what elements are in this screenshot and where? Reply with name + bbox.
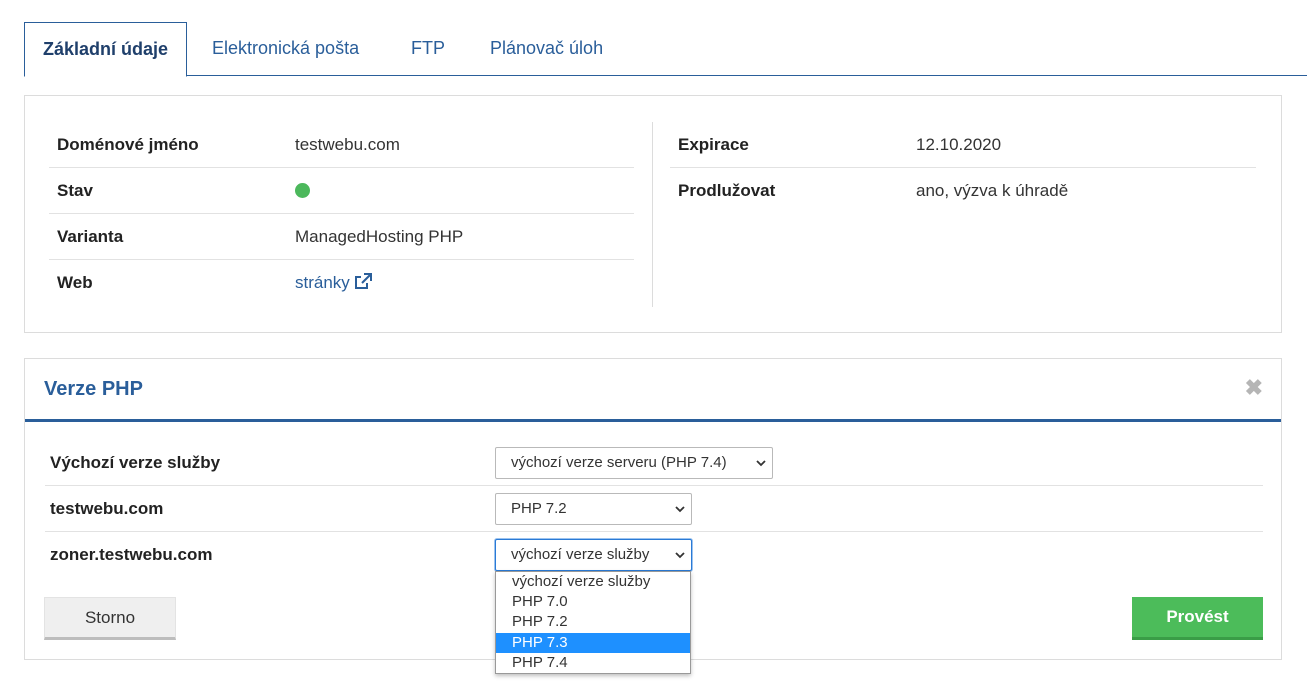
info-value: ano, výzva k úhradě xyxy=(916,181,1069,200)
info-value: testwebu.com xyxy=(295,135,400,154)
subdomain-version-select[interactable]: výchozí verze služby xyxy=(495,539,692,571)
select-value: výchozí verze serveru (PHP 7.4) xyxy=(511,454,727,471)
web-link[interactable]: stránky xyxy=(295,273,350,292)
chevron-down-icon xyxy=(675,552,685,559)
php-row-label: Výchozí verze služby xyxy=(50,453,221,472)
tab-ftp[interactable]: FTP xyxy=(411,22,445,76)
dropdown-option[interactable]: PHP 7.0 xyxy=(496,592,690,612)
info-row-domain: Doménové jméno testwebu.com xyxy=(49,122,634,168)
dropdown-option-highlighted[interactable]: PHP 7.3 xyxy=(496,632,690,653)
external-link-icon[interactable] xyxy=(354,273,372,290)
info-row-renewal: Prodlužovat ano, výzva k úhradě xyxy=(670,168,1256,214)
default-version-select[interactable]: výchozí verze serveru (PHP 7.4) xyxy=(495,447,773,479)
info-label: Varianta xyxy=(57,227,124,246)
submit-button[interactable]: Provést xyxy=(1132,597,1263,640)
info-value: stránky xyxy=(295,260,372,306)
info-label: Prodlužovat xyxy=(678,181,776,200)
tab-bar: Základní údaje Elektronická pošta FTP Pl… xyxy=(24,22,1307,77)
tab-basic-info[interactable]: Základní údaje xyxy=(24,22,188,77)
php-row-domain: testwebu.com PHP 7.2 xyxy=(45,486,1263,532)
info-label: Stav xyxy=(57,181,93,200)
info-row-web: Web stránky xyxy=(49,260,634,306)
php-row-label: testwebu.com xyxy=(50,499,164,518)
info-value xyxy=(295,168,310,214)
info-value: ManagedHosting PHP xyxy=(295,227,464,246)
cancel-button[interactable]: Storno xyxy=(44,597,176,640)
version-dropdown-list: výchozí verze služby PHP 7.0 PHP 7.2 PHP… xyxy=(495,571,691,674)
info-value: 12.10.2020 xyxy=(916,135,1002,154)
tab-email[interactable]: Elektronická pošta xyxy=(212,22,359,76)
info-label: Expirace xyxy=(678,135,749,154)
close-icon[interactable]: ✖ xyxy=(1245,376,1263,400)
info-row-variant: Varianta ManagedHosting PHP xyxy=(49,214,634,260)
tab-scheduler[interactable]: Plánovač úloh xyxy=(490,22,603,76)
dropdown-option[interactable]: PHP 7.2 xyxy=(496,612,690,632)
php-card-header: Verze PHP ✖ xyxy=(25,359,1281,422)
php-row-label: zoner.testwebu.com xyxy=(50,545,213,564)
chevron-down-icon xyxy=(675,506,685,513)
info-label: Web xyxy=(57,273,93,292)
column-divider xyxy=(652,122,653,307)
domain-info-card: Doménové jméno testwebu.com Stav Variant… xyxy=(24,95,1282,333)
php-row-default: Výchozí verze služby výchozí verze serve… xyxy=(45,440,1263,486)
php-card-title: Verze PHP xyxy=(44,378,143,400)
chevron-down-icon xyxy=(756,460,766,467)
info-row-expiration: Expirace 12.10.2020 xyxy=(670,122,1256,168)
select-value: PHP 7.2 xyxy=(511,500,567,517)
status-dot-icon xyxy=(295,182,310,198)
info-row-status: Stav xyxy=(49,168,634,214)
info-label: Doménové jméno xyxy=(57,135,199,154)
domain-version-select[interactable]: PHP 7.2 xyxy=(495,493,692,525)
dropdown-option[interactable]: PHP 7.4 xyxy=(496,653,690,673)
dropdown-option[interactable]: výchozí verze služby xyxy=(496,572,690,592)
select-value: výchozí verze služby xyxy=(511,546,650,563)
